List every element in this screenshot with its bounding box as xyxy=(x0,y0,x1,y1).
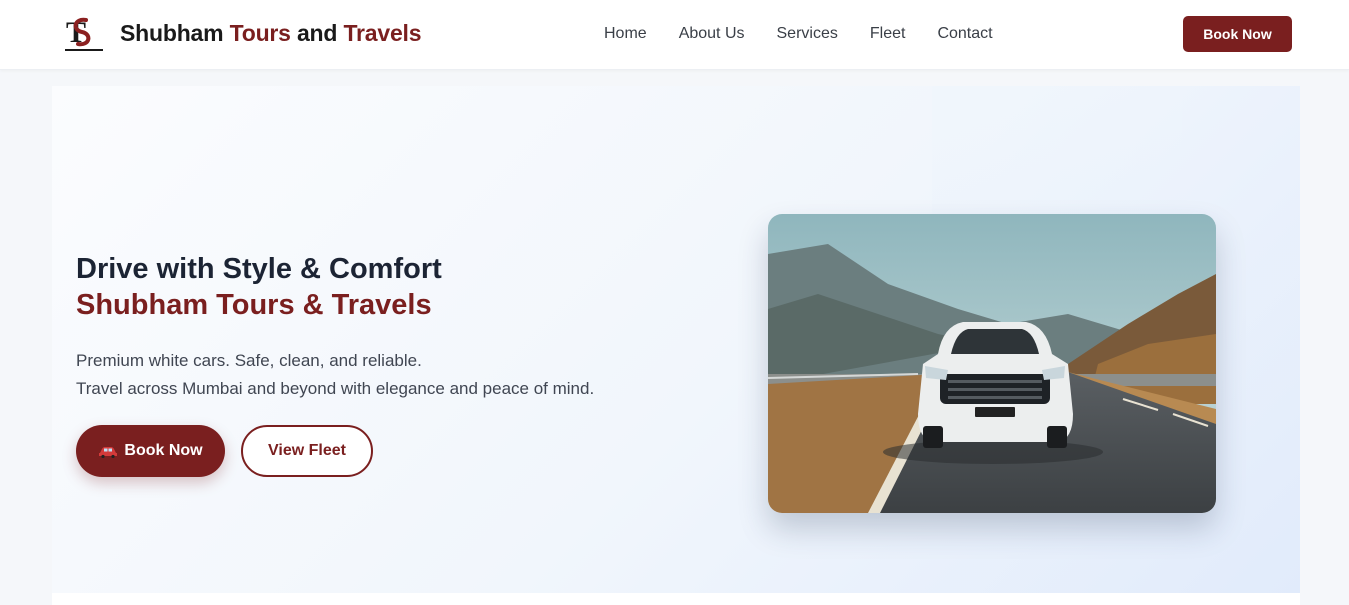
view-fleet-button[interactable]: View Fleet xyxy=(241,425,373,477)
brand-name-part: and xyxy=(290,20,344,46)
brand-name[interactable]: Shubham Tours and Travels xyxy=(120,19,422,47)
hero-title-line2: Shubham Tours & Travels xyxy=(76,289,432,321)
nav-services[interactable]: Services xyxy=(777,24,838,44)
hero-subtitle-line2: Travel across Mumbai and beyond with ele… xyxy=(76,379,595,398)
hero-subtitle: Premium white cars. Safe, clean, and rel… xyxy=(76,347,594,403)
site-header: T Shubham Tours and Travels Home About U… xyxy=(0,0,1349,70)
nav-home[interactable]: Home xyxy=(604,24,647,44)
hero-car-image xyxy=(768,214,1216,513)
hero-title-line1: Drive with Style & Comfort xyxy=(76,253,442,285)
hero-subtitle-line1: Premium white cars. Safe, clean, and rel… xyxy=(76,351,422,370)
main-nav: Home About Us Services Fleet Contact xyxy=(604,24,993,44)
nav-contact[interactable]: Contact xyxy=(937,24,992,44)
hero-book-now-button[interactable]: Book Now xyxy=(76,425,225,477)
next-section-edge xyxy=(52,593,1300,605)
brand-name-part: Tours xyxy=(229,20,291,46)
brand-name-part: Travels xyxy=(343,20,422,46)
nav-fleet[interactable]: Fleet xyxy=(870,24,906,44)
brand-name-part: Shubham xyxy=(120,20,230,46)
nav-about-us[interactable]: About Us xyxy=(679,24,745,44)
hero-title: Drive with Style & Comfort Shubham Tours… xyxy=(76,251,442,323)
st-monogram-logo[interactable]: T xyxy=(62,12,106,56)
hero-section: Drive with Style & Comfort Shubham Tours… xyxy=(52,86,1300,593)
car-icon xyxy=(98,445,118,459)
header-book-now-button[interactable]: Book Now xyxy=(1183,16,1292,52)
hero-book-now-label: Book Now xyxy=(124,442,203,459)
